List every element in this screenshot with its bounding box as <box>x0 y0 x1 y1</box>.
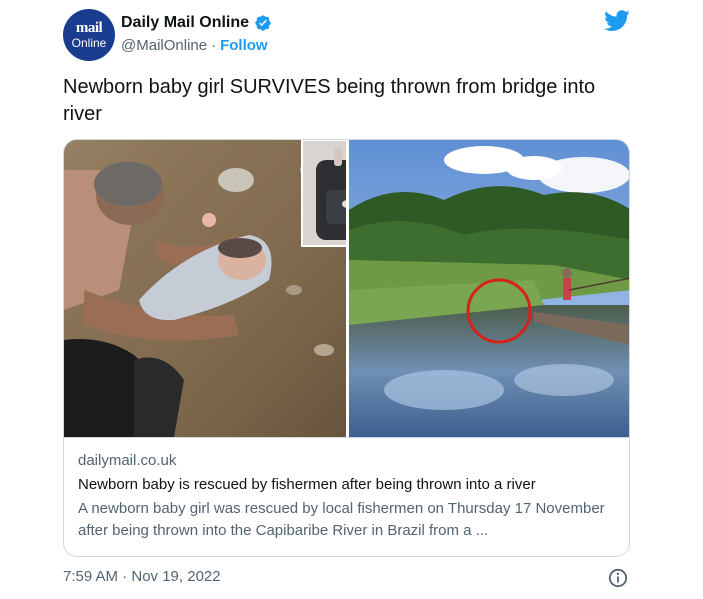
cloud <box>506 156 562 180</box>
man-hair <box>94 162 162 206</box>
baby-hair <box>218 238 262 258</box>
card-description: A newborn baby girl was rescued by local… <box>78 500 605 539</box>
reflection <box>384 370 504 410</box>
follow-button[interactable]: Follow <box>220 37 268 54</box>
verified-badge-icon <box>255 15 271 31</box>
stone <box>314 344 334 356</box>
author-name-row: Daily Mail Online <box>121 14 272 32</box>
stone <box>286 285 302 295</box>
avatar-logo-line2: Online <box>71 36 107 50</box>
card-text-area[interactable]: dailymail.co.uk Newborn baby is rescued … <box>64 437 629 556</box>
card-title: Newborn baby is rescued by fishermen aft… <box>78 476 536 493</box>
display-name[interactable]: Daily Mail Online <box>121 14 249 32</box>
tweet-text: Newborn baby girl SURVIVES being thrown … <box>63 76 596 125</box>
card-domain: dailymail.co.uk <box>78 452 177 469</box>
tweet-timestamp[interactable]: 7:59 AM · Nov 19, 2022 <box>63 568 221 585</box>
handle[interactable]: @MailOnline <box>121 37 207 54</box>
stone <box>218 168 254 192</box>
person <box>563 278 571 300</box>
avatar[interactable]: mail Online <box>63 9 115 61</box>
card-image[interactable] <box>64 140 630 437</box>
baby-hand <box>202 213 216 227</box>
link-card[interactable]: dailymail.co.uk Newborn baby is rescued … <box>63 139 630 557</box>
twitter-bird-icon[interactable] <box>604 10 630 32</box>
tweet-embed: mail Online Daily Mail Online @MailOnlin… <box>0 0 703 599</box>
separator: · <box>211 37 217 54</box>
handle-row: @MailOnline · Follow <box>121 37 268 54</box>
avatar-logo-line1: mail <box>75 20 103 36</box>
info-icon[interactable] <box>608 568 628 588</box>
